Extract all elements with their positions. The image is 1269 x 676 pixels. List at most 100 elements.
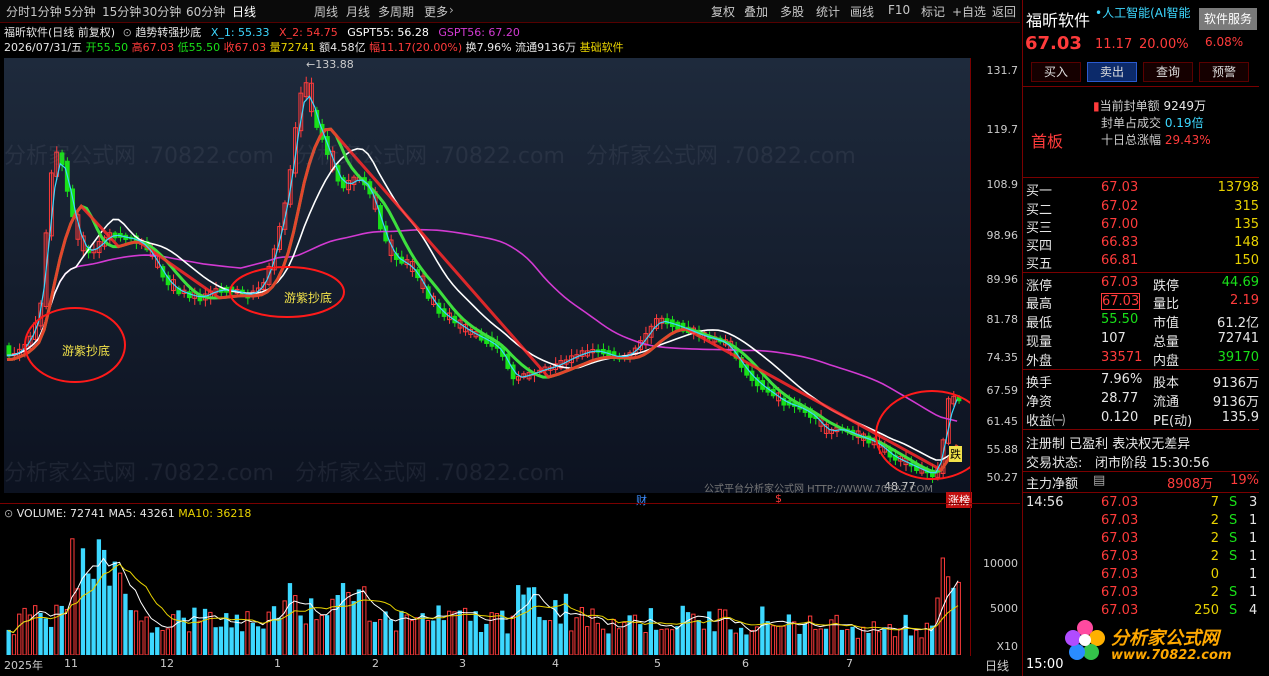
- volume-bar: [425, 619, 431, 655]
- volume-bar: [510, 615, 516, 655]
- tool-diejia[interactable]: 叠加: [744, 3, 768, 20]
- main-net-row[interactable]: 主力净额 ▤ 8908万 19%: [1023, 473, 1259, 492]
- alert-button[interactable]: 预警: [1199, 62, 1249, 82]
- logo: 分析家公式网 www.70822.com: [1063, 614, 1263, 668]
- period-5min[interactable]: 5分钟: [64, 3, 96, 20]
- bid-row-2[interactable]: 买二 67.02 315: [1023, 199, 1259, 218]
- volume-bar: [75, 588, 80, 655]
- volume-bar: [866, 633, 871, 655]
- buy-button[interactable]: 买入: [1031, 62, 1081, 82]
- volume-bar: [760, 606, 765, 655]
- sell-button[interactable]: 卖出: [1087, 62, 1137, 82]
- volume-bar: [165, 628, 171, 655]
- gspt55-value: GSPT55: 56.28: [347, 26, 429, 39]
- bid-row-5[interactable]: 买五 66.81 150: [1023, 253, 1259, 272]
- stat-row-4: 现量 107 总量 72741: [1026, 331, 1259, 350]
- volume-bar: [818, 628, 823, 655]
- volume-bar: [22, 607, 27, 655]
- period-toolbar: 分时 1分钟 5分钟 15分钟 30分钟 60分钟 日线 周线 月线 多周期 更…: [0, 0, 1020, 23]
- period-day[interactable]: 日线: [232, 3, 256, 20]
- volume-bar: [255, 626, 261, 655]
- period-15min[interactable]: 15分钟: [102, 3, 141, 20]
- volume-bar: [669, 629, 675, 655]
- volume-bar: [38, 612, 43, 655]
- volume-bar: [813, 628, 818, 655]
- x2-value: X_2: 54.75: [279, 26, 338, 39]
- tool-duogu[interactable]: 多股: [780, 3, 804, 20]
- volume-bar: [547, 620, 553, 655]
- service-button[interactable]: 软件服务: [1199, 8, 1257, 30]
- volume-bar: [712, 631, 717, 655]
- volume-bar: [882, 627, 887, 655]
- price-tick: 119.7: [986, 123, 1019, 136]
- bid-row-4[interactable]: 买四 66.83 148: [1023, 235, 1259, 254]
- settings-icon[interactable]: ⊙: [123, 26, 132, 39]
- tool-f10[interactable]: F10: [888, 3, 910, 17]
- concept-tag[interactable]: •人工智能(AI智能: [1095, 4, 1191, 21]
- tool-fuquan[interactable]: 复权: [711, 3, 735, 20]
- volume-bar: [362, 586, 367, 655]
- period-fenshi[interactable]: 分时: [6, 3, 30, 20]
- period-multi[interactable]: 多周期: [378, 3, 414, 20]
- volume-bar: [691, 613, 696, 655]
- period-30min[interactable]: 30分钟: [142, 3, 181, 20]
- volume-bar: [393, 630, 399, 655]
- volume-bar: [139, 620, 144, 655]
- volume-bar: [945, 576, 951, 655]
- tick-row: 14:56 67.03 7 S 3: [1023, 495, 1259, 513]
- bid-row-3[interactable]: 买三 67.00 135: [1023, 217, 1259, 236]
- bottom-time: 15:00: [1026, 657, 1064, 672]
- volume-settings-icon[interactable]: ⊙: [4, 507, 13, 520]
- price-tick: 98.96: [986, 229, 1019, 242]
- list-icon[interactable]: ▤: [1093, 473, 1105, 488]
- candlestick-chart[interactable]: [4, 58, 970, 493]
- volume-chart[interactable]: [4, 520, 970, 655]
- tick-row: 67.03 2 S 1: [1023, 585, 1259, 603]
- quote-low: 低55.50: [177, 41, 221, 54]
- volume-bar: [229, 627, 234, 655]
- volume-bar: [531, 587, 537, 655]
- volume-bar: [738, 627, 744, 655]
- volume-bar: [266, 611, 271, 655]
- volume-bar: [351, 601, 356, 655]
- tool-huaxian[interactable]: 画线: [850, 3, 874, 20]
- volume-bar: [643, 632, 648, 655]
- volume-bar: [749, 630, 754, 655]
- volume-bar: [871, 621, 876, 655]
- tool-back[interactable]: 返回: [992, 3, 1016, 20]
- tick-time: 14:56: [1026, 495, 1064, 510]
- period-1min[interactable]: 1分钟: [30, 3, 62, 20]
- volume-bar: [431, 620, 436, 655]
- volume-bar: [287, 583, 293, 655]
- indicator-name[interactable]: 趋势转强抄底: [135, 26, 201, 39]
- bid-row-1[interactable]: 买一 67.03 13798: [1023, 180, 1259, 199]
- volume-bar: [218, 626, 224, 655]
- period-indicator[interactable]: 日线: [985, 657, 1009, 674]
- tool-tongji[interactable]: 统计: [816, 3, 840, 20]
- zhangting-badge[interactable]: 涨榜: [946, 492, 972, 508]
- tick-row: 67.03 2 S 1: [1023, 531, 1259, 549]
- volume-bar: [128, 610, 133, 655]
- date-tick: 5: [654, 657, 661, 670]
- registration-info: 注册制 已盈利 表决权无差异: [1026, 437, 1191, 452]
- volume-bar: [558, 623, 563, 655]
- volume-bar: [516, 585, 521, 655]
- volume-bar: [733, 632, 738, 655]
- volume-bar: [659, 628, 664, 655]
- tool-zixuan[interactable]: +自选: [952, 3, 986, 20]
- first-board-badge: 首板: [1031, 132, 1064, 151]
- period-week[interactable]: 周线: [314, 3, 338, 20]
- volume-bar: [33, 605, 38, 655]
- period-month[interactable]: 月线: [346, 3, 370, 20]
- volume-bar: [521, 594, 526, 655]
- divider: [1023, 492, 1259, 493]
- tool-biaoji[interactable]: 标记: [921, 3, 945, 20]
- chevron-right-icon[interactable]: ›: [449, 3, 454, 17]
- period-more[interactable]: 更多: [424, 3, 448, 20]
- cai-marker[interactable]: 财: [636, 492, 647, 508]
- period-60min[interactable]: 60分钟: [186, 3, 225, 20]
- volume-bar: [898, 628, 903, 655]
- volume-bar: [951, 587, 956, 655]
- watermark-row-1: 分析家公式网 .70822.com 分析家公式网 .70822.com 分析家公…: [4, 144, 856, 169]
- query-button[interactable]: 查询: [1143, 62, 1193, 82]
